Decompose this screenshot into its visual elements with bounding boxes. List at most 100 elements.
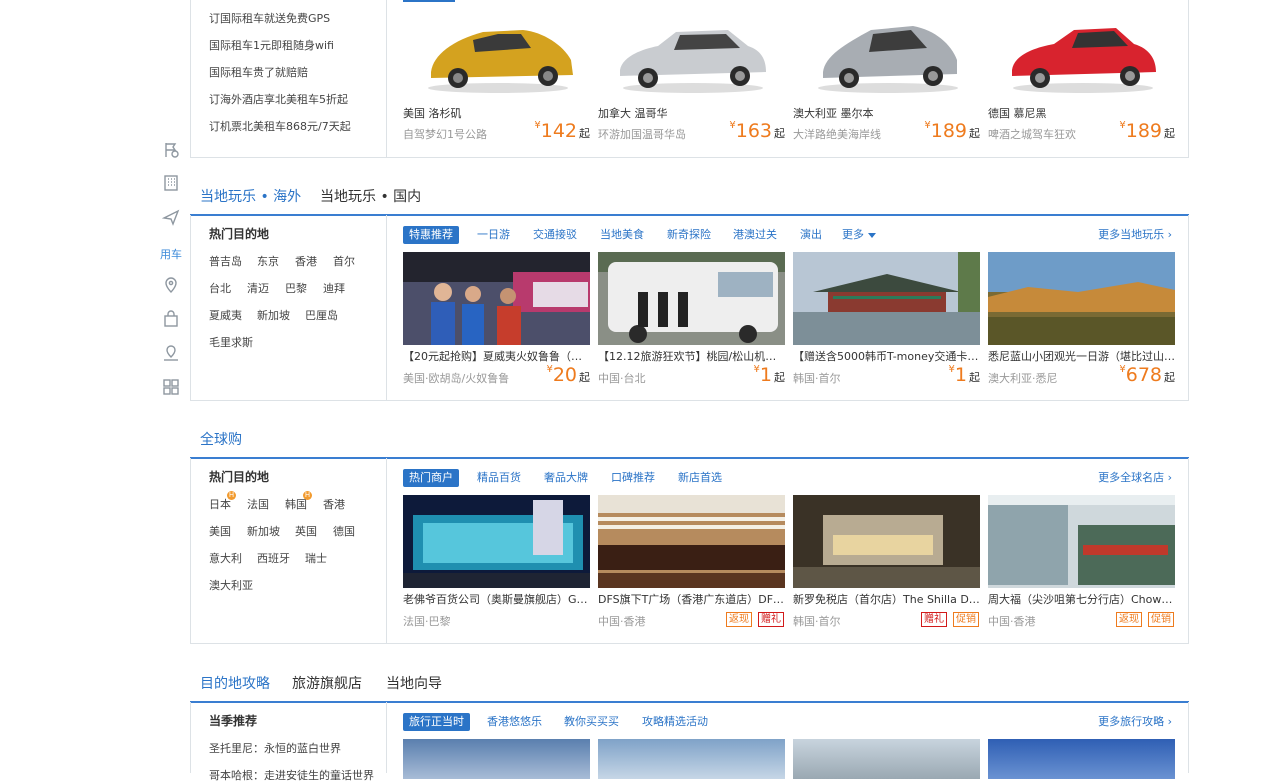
hot-badge: H: [303, 491, 312, 500]
destination-link[interactable]: 巴黎: [285, 280, 307, 296]
subtab-luxury[interactable]: 奢品大牌: [544, 469, 588, 487]
guide-image[interactable]: [793, 739, 980, 779]
activity-price: ¥1 起: [948, 364, 980, 386]
destination-link[interactable]: 台北: [209, 280, 231, 296]
tab-destination-guides[interactable]: 目的地攻略: [200, 673, 270, 695]
destination-link[interactable]: 澳大利亚: [209, 577, 253, 593]
promo-link[interactable]: 订机票北美租车868元/7天起: [209, 118, 351, 134]
destination-link[interactable]: 法国: [247, 496, 269, 512]
car-card[interactable]: 加拿大 温哥华 环游加国温哥华岛 ¥163 起: [598, 0, 785, 150]
tab-local-fun-overseas[interactable]: 当地玩乐 • 海外: [200, 186, 301, 208]
activity-price: ¥678 起: [1119, 364, 1175, 386]
destination-link[interactable]: 巴厘岛: [305, 307, 338, 323]
guide-image[interactable]: [403, 739, 590, 779]
guide-image[interactable]: [598, 739, 785, 779]
destination-link[interactable]: 迪拜: [323, 280, 345, 296]
subtab-guide-events[interactable]: 攻略精选活动: [642, 713, 708, 731]
destination-link[interactable]: 毛里求斯: [209, 334, 253, 350]
subtab-local-food[interactable]: 当地美食: [600, 226, 644, 244]
subtab-hk-macau[interactable]: 港澳过关: [733, 226, 777, 244]
store-image: [988, 495, 1175, 588]
destination-link[interactable]: 西班牙: [257, 550, 290, 566]
plane-icon[interactable]: [160, 206, 182, 228]
car-card[interactable]: 澳大利亚 墨尔本 大洋路绝美海岸线 ¥189 起: [793, 0, 980, 150]
activity-image: [793, 252, 980, 345]
activity-location: 美国·欧胡岛/火奴鲁鲁: [403, 372, 510, 385]
destination-link[interactable]: 东京: [257, 253, 279, 269]
subtab-new-stores[interactable]: 新店首选: [678, 469, 722, 487]
promo-link[interactable]: 订国际租车就送免费GPS: [209, 10, 330, 26]
tab-local-guides[interactable]: 当地向导: [386, 673, 442, 695]
car-card[interactable]: 美国 洛杉矶 自驾梦幻1号公路 ¥142 起: [403, 0, 590, 150]
destination-link[interactable]: 首尔: [333, 253, 355, 269]
tab-global-shopping[interactable]: 全球购: [200, 429, 242, 451]
activity-image: [988, 252, 1175, 345]
store-title: 周大福（尖沙咀第七分行店）Chow Ta...: [988, 593, 1175, 606]
store-title: 新罗免税店（首尔店）The Shilla Duty ...: [793, 593, 980, 606]
tab-flagship-stores[interactable]: 旅游旗舰店: [292, 673, 362, 695]
global-shopping-subtabs: 热门商户 精品百货 奢品大牌 口碑推荐 新店首选 更多全球名店 ›: [403, 469, 1172, 487]
subtab-boutique[interactable]: 精品百货: [477, 469, 521, 487]
destination-link[interactable]: 美国: [209, 523, 231, 539]
destination-link[interactable]: 夏威夷: [209, 307, 242, 323]
store-card[interactable]: 老佛爷百货公司（奥斯曼旗舰店）Gale... 法国·巴黎: [403, 495, 590, 635]
subtab-hk-fun[interactable]: 香港悠悠乐: [487, 713, 542, 731]
car-location: 德国 慕尼黑: [988, 107, 1047, 120]
map-pin-icon[interactable]: [160, 342, 182, 364]
subtab-transfer[interactable]: 交通接驳: [533, 226, 577, 244]
chevron-right-icon: ›: [1167, 228, 1172, 241]
destination-link[interactable]: 清迈: [247, 280, 269, 296]
season-recommend-title: 当季推荐: [209, 714, 258, 728]
shopping-bag-icon[interactable]: [160, 308, 182, 330]
promo-link[interactable]: 国际租车贵了就赔赔: [209, 64, 308, 80]
rail-label-car[interactable]: 用车: [154, 246, 188, 262]
activity-card[interactable]: 【20元起抢购】夏威夷火奴鲁鲁（檀香... 美国·欧胡岛/火奴鲁鲁 ¥20 起: [403, 252, 590, 392]
store-card[interactable]: 周大福（尖沙咀第七分行店）Chow Ta... 中国·香港 返现 促销: [988, 495, 1175, 635]
destination-link[interactable]: 新加坡: [257, 307, 290, 323]
destination-link[interactable]: 德国: [333, 523, 355, 539]
flag-icon[interactable]: [160, 139, 182, 161]
car-card[interactable]: 德国 慕尼黑 啤酒之城驾车狂欢 ¥189 起: [988, 0, 1175, 150]
apps-grid-icon[interactable]: [160, 376, 182, 398]
more-local-fun-link[interactable]: 更多当地玩乐 ›: [1098, 226, 1172, 244]
store-card[interactable]: 新罗免税店（首尔店）The Shilla Duty ... 韩国·首尔 赠礼 促…: [793, 495, 980, 635]
destination-link[interactable]: 新加坡: [247, 523, 280, 539]
more-global-stores-link[interactable]: 更多全球名店 ›: [1098, 469, 1172, 487]
destination-link[interactable]: 瑞士: [305, 550, 327, 566]
activity-title: 【20元起抢购】夏威夷火奴鲁鲁（檀香...: [403, 350, 590, 363]
chevron-right-icon: ›: [1167, 471, 1172, 484]
subtab-more-dropdown[interactable]: 更多: [842, 226, 876, 244]
activity-card[interactable]: 【12.12旅游狂欢节】桃园/松山机场至... 中国·台北 ¥1 起: [598, 252, 785, 392]
car-desc: 自驾梦幻1号公路: [403, 128, 487, 141]
more-travel-guides-link[interactable]: 更多旅行攻略 ›: [1098, 713, 1172, 731]
location-pin-icon[interactable]: [160, 274, 182, 296]
subtab-recommended[interactable]: 口碑推荐: [611, 469, 655, 487]
destination-link[interactable]: 意大利: [209, 550, 242, 566]
store-card[interactable]: DFS旗下T广场（香港广东道店）DFS ... 中国·香港 返现 赠礼: [598, 495, 785, 635]
guide-link[interactable]: 哥本哈根：走进安徒生的童话世界: [209, 767, 374, 783]
promo-link[interactable]: 国际租车1元即租随身wifi: [209, 37, 334, 53]
destination-link[interactable]: 香港: [295, 253, 317, 269]
activity-price: ¥1 起: [753, 364, 785, 386]
subtab-day-tour[interactable]: 一日游: [477, 226, 510, 244]
promo-link[interactable]: 订海外酒店享北美租车5折起: [209, 91, 348, 107]
store-title: DFS旗下T广场（香港广东道店）DFS ...: [598, 593, 785, 606]
subtab-travel-now[interactable]: 旅行正当时: [403, 713, 470, 731]
subtab-shows[interactable]: 演出: [800, 226, 822, 244]
subtab-special-deals[interactable]: 特惠推荐: [403, 226, 459, 244]
destination-link[interactable]: 英国: [295, 523, 317, 539]
hotel-building-icon[interactable]: [160, 172, 182, 194]
subtab-shopping-tips[interactable]: 教你买买买: [564, 713, 619, 731]
activity-card[interactable]: 悉尼蓝山小团观光一日游（堪比过山车... 澳大利亚·悉尼 ¥678 起: [988, 252, 1175, 392]
car-price: ¥189 起: [1119, 120, 1175, 142]
guide-image[interactable]: [988, 739, 1175, 779]
subtab-hot-merchants[interactable]: 热门商户: [403, 469, 459, 487]
tag-gift: 赠礼: [758, 612, 784, 627]
activity-card[interactable]: 【赠送含5000韩币T-money交通卡】... 韩国·首尔 ¥1 起: [793, 252, 980, 392]
destination-link[interactable]: 普吉岛: [209, 253, 242, 269]
guide-link[interactable]: 圣托里尼：永恒的蓝白世界: [209, 740, 341, 756]
tab-local-fun-domestic[interactable]: 当地玩乐 • 国内: [320, 186, 421, 208]
tag-promo: 促销: [953, 612, 979, 627]
destination-link[interactable]: 香港: [323, 496, 345, 512]
subtab-adventure[interactable]: 新奇探险: [667, 226, 711, 244]
